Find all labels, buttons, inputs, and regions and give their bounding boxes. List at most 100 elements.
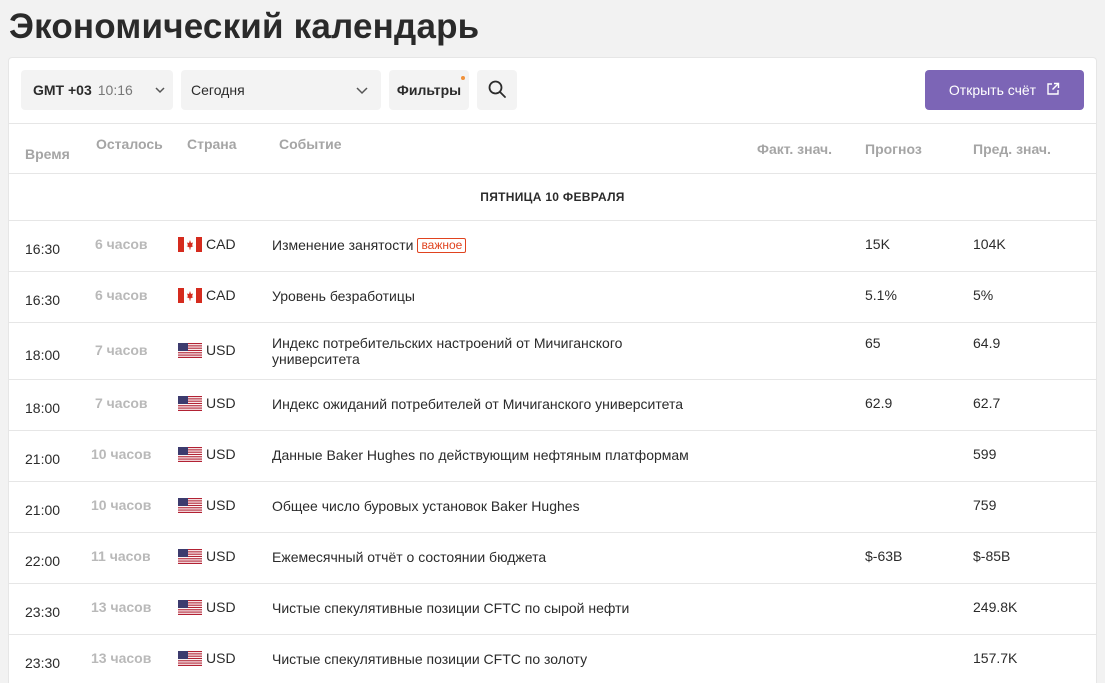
time-left: 7 часов: [95, 395, 148, 411]
table-row[interactable]: 21:00 10 часов USD Общее число буровых уста…: [9, 482, 1096, 533]
event-time: 18:00: [25, 400, 61, 416]
country-cell: CAD: [178, 236, 236, 252]
time-left: 13 часов: [91, 599, 152, 615]
table-row[interactable]: 18:00 7 часов USD Индекс ожиданий потребите…: [9, 380, 1096, 431]
usa-flag-icon: [178, 342, 202, 358]
previous-value: $-85B: [973, 548, 1011, 564]
header-actual: Факт. знач.: [757, 141, 833, 157]
filters-indicator-dot: [461, 76, 465, 80]
event-title: Индекс потребительских настроений от Мич…: [272, 335, 623, 367]
previous-value: 5%: [973, 287, 994, 303]
chevron-down-icon: [355, 83, 369, 100]
event-time: 21:00: [25, 451, 61, 467]
canada-flag-icon: [178, 236, 202, 252]
table-row[interactable]: 21:00 10 часов USD Данные Baker Hughes по д…: [9, 431, 1096, 482]
event-title: Чистые спекулятивные позиции CFTC по зол…: [272, 651, 588, 667]
event-name[interactable]: Общее число буровых установок Baker Hugh…: [272, 498, 692, 514]
event-name[interactable]: Чистые спекулятивные позиции CFTC по сыр…: [272, 600, 692, 616]
previous-value: 759: [973, 497, 997, 513]
event-title: Ежемесячный отчёт о состоянии бюджета: [272, 549, 547, 565]
header-time: Время: [25, 146, 70, 162]
event-time: 23:30: [25, 604, 61, 620]
forecast-value: 65: [865, 335, 881, 351]
date-separator: ПЯТНИЦА 10 ФЕВРАЛЯ: [9, 174, 1096, 221]
event-name[interactable]: Чистые спекулятивные позиции CFTC по зол…: [272, 651, 692, 667]
currency-code: USD: [206, 497, 236, 513]
country-cell: USD: [178, 446, 236, 462]
chevron-down-icon: [153, 83, 167, 100]
usa-flag-icon: [178, 497, 202, 513]
currency-code: CAD: [206, 287, 236, 303]
page-title: Экономический календарь: [9, 7, 480, 46]
event-name[interactable]: Индекс потребительских настроений от Мич…: [272, 335, 692, 367]
usa-flag-icon: [178, 548, 202, 564]
search-button[interactable]: [477, 70, 517, 110]
importance-badge: важное: [417, 238, 467, 253]
event-time: 21:00: [25, 502, 61, 518]
toolbar: GMT +03 10:16 Сегодня Фильтры Открыть сч…: [9, 58, 1096, 123]
forecast-value: 5.1%: [865, 287, 897, 303]
event-name[interactable]: Индекс ожиданий потребителей от Мичиганс…: [272, 396, 692, 412]
country-cell: CAD: [178, 287, 236, 303]
previous-value: 104K: [973, 236, 1006, 252]
external-link-icon: [1036, 82, 1060, 99]
event-name[interactable]: Уровень безработицы: [272, 288, 692, 304]
previous-value: 157.7K: [973, 650, 1018, 666]
currency-code: USD: [206, 650, 236, 666]
country-cell: USD: [178, 395, 236, 411]
header-country: Страна: [187, 136, 237, 152]
search-icon: [487, 79, 507, 102]
events-list: 16:30 6 часов CAD Изменение занятости важное…: [9, 221, 1096, 683]
currency-code: CAD: [206, 236, 236, 252]
forecast-value: 15K: [865, 236, 890, 252]
event-time: 18:00: [25, 347, 61, 363]
currency-code: USD: [206, 342, 236, 358]
currency-code: USD: [206, 599, 236, 615]
table-row[interactable]: 23:30 13 часов USD Чистые спекулятивные поз…: [9, 635, 1096, 683]
table-row[interactable]: 22:00 11 часов USD Ежемесячный отчёт о сост…: [9, 533, 1096, 584]
table-row[interactable]: 18:00 7 часов USD Индекс потребительских на…: [9, 323, 1096, 380]
event-title: Уровень безработицы: [272, 288, 415, 304]
table-row[interactable]: 16:30 6 часов CAD Уровень безработицы 5.1% 5%: [9, 272, 1096, 323]
open-account-label: Открыть счёт: [948, 82, 1037, 98]
time-left: 6 часов: [95, 236, 148, 252]
event-name[interactable]: Ежемесячный отчёт о состоянии бюджета: [272, 549, 692, 565]
time-left: 7 часов: [95, 342, 148, 358]
filters-label: Фильтры: [396, 82, 462, 98]
event-title: Данные Baker Hughes по действующим нефтя…: [272, 447, 689, 463]
header-forecast: Прогноз: [865, 141, 922, 157]
previous-value: 62.7: [973, 395, 1001, 411]
canada-flag-icon: [178, 287, 202, 303]
usa-flag-icon: [178, 446, 202, 462]
table-row[interactable]: 23:30 13 часов USD Чистые спекулятивные поз…: [9, 584, 1096, 635]
event-name[interactable]: Изменение занятости важное: [272, 237, 692, 253]
calendar-panel: GMT +03 10:16 Сегодня Фильтры Открыть сч…: [8, 57, 1097, 683]
event-title: Индекс ожиданий потребителей от Мичиганс…: [272, 396, 683, 412]
forecast-value: 62.9: [865, 395, 893, 411]
previous-value: 249.8K: [973, 599, 1018, 615]
header-previous: Пред. знач.: [973, 141, 1051, 157]
header-left: Осталось: [96, 136, 163, 152]
period-select[interactable]: Сегодня: [181, 70, 381, 110]
time-left: 11 часов: [91, 548, 151, 564]
event-time: 23:30: [25, 655, 61, 671]
timezone-select[interactable]: GMT +03 10:16: [21, 70, 173, 110]
time-left: 10 часов: [91, 497, 152, 513]
currency-code: USD: [206, 548, 236, 564]
timezone-time: 10:16: [97, 82, 133, 98]
event-time: 16:30: [25, 241, 61, 257]
event-title: Общее число буровых установок Baker Hugh…: [272, 498, 580, 514]
filters-button[interactable]: Фильтры: [389, 70, 469, 110]
forecast-value: $-63B: [865, 548, 903, 564]
country-cell: USD: [178, 497, 236, 513]
time-left: 6 часов: [95, 287, 148, 303]
country-cell: USD: [178, 342, 236, 358]
open-account-button[interactable]: Открыть счёт: [925, 70, 1084, 110]
table-row[interactable]: 16:30 6 часов CAD Изменение занятости важное…: [9, 221, 1096, 272]
currency-code: USD: [206, 395, 236, 411]
event-name[interactable]: Данные Baker Hughes по действующим нефтя…: [272, 447, 692, 463]
time-left: 10 часов: [91, 446, 152, 462]
event-title: Чистые спекулятивные позиции CFTC по сыр…: [272, 600, 630, 616]
usa-flag-icon: [178, 599, 202, 615]
previous-value: 64.9: [973, 335, 1001, 351]
